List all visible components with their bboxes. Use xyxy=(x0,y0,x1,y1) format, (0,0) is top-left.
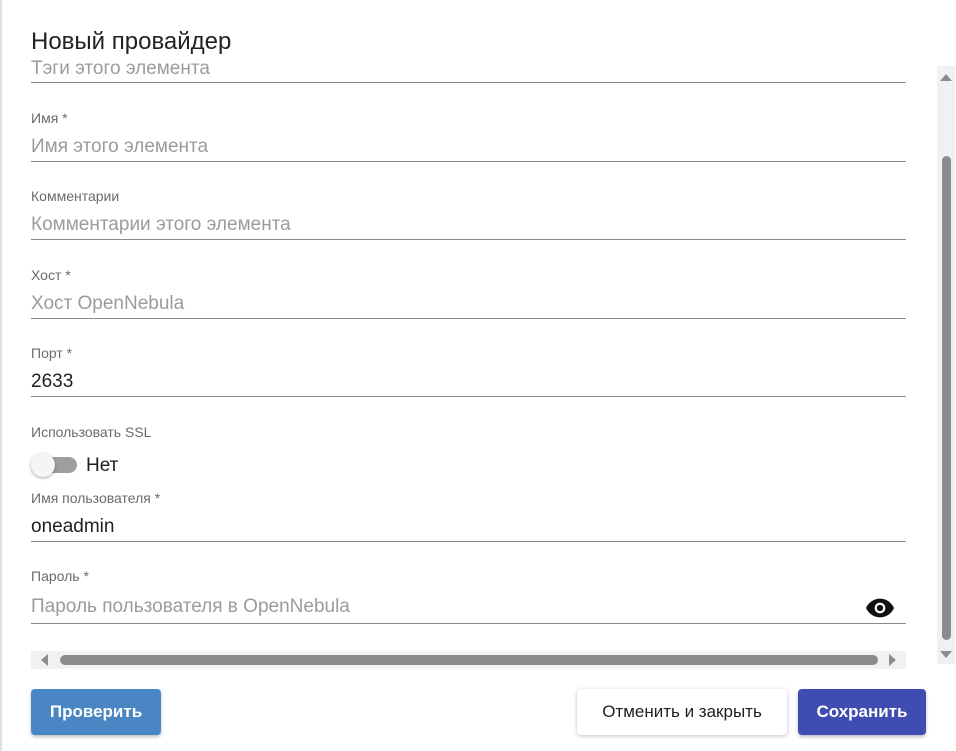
tags-input[interactable] xyxy=(31,56,906,83)
password-label: Пароль * xyxy=(31,568,89,584)
host-label: Хост * xyxy=(31,267,71,283)
eye-icon[interactable] xyxy=(866,598,894,618)
comments-input[interactable] xyxy=(31,210,906,240)
new-provider-dialog: Новый провайдер Имя * Комментарии Хост *… xyxy=(0,0,956,751)
username-field: Имя пользователя * xyxy=(31,490,906,542)
ssl-toggle-thumb[interactable] xyxy=(31,453,55,477)
ssl-field: Использовать SSL xyxy=(31,424,906,444)
host-input[interactable] xyxy=(31,289,906,319)
ssl-toggle[interactable]: Нет xyxy=(31,452,151,478)
name-input[interactable] xyxy=(31,132,906,162)
vertical-scroll-thumb[interactable] xyxy=(942,156,951,640)
horizontal-scroll-thumb[interactable] xyxy=(60,655,878,665)
ssl-toggle-state: Нет xyxy=(86,455,119,476)
password-input[interactable] xyxy=(31,590,906,624)
port-input[interactable] xyxy=(31,367,906,397)
save-button[interactable]: Сохранить xyxy=(798,689,926,735)
comments-field: Комментарии xyxy=(31,188,906,240)
horizontal-scrollbar[interactable] xyxy=(31,651,906,669)
form-scroll-area: Имя * Комментарии Хост * Порт * Использо… xyxy=(0,56,936,650)
password-field: Пароль * xyxy=(31,568,906,624)
username-input[interactable] xyxy=(31,512,906,542)
ssl-label: Использовать SSL xyxy=(31,424,152,440)
vertical-scrollbar[interactable] xyxy=(937,66,955,664)
check-button[interactable]: Проверить xyxy=(31,689,161,735)
comments-label: Комментарии xyxy=(31,188,120,204)
cancel-and-close-button[interactable]: Отменить и закрыть xyxy=(577,689,787,735)
scroll-down-arrow-icon[interactable] xyxy=(940,651,952,658)
scroll-right-arrow-icon[interactable] xyxy=(889,654,896,666)
name-field: Имя * xyxy=(31,110,906,162)
dialog-title: Новый провайдер xyxy=(31,28,232,55)
port-label: Порт * xyxy=(31,345,73,361)
host-field: Хост * xyxy=(31,267,906,319)
port-field: Порт * xyxy=(31,345,906,397)
name-label: Имя * xyxy=(31,110,68,126)
scroll-up-arrow-icon[interactable] xyxy=(940,74,952,81)
tags-field xyxy=(31,56,906,84)
username-label: Имя пользователя * xyxy=(31,490,161,506)
scroll-left-arrow-icon[interactable] xyxy=(41,654,48,666)
